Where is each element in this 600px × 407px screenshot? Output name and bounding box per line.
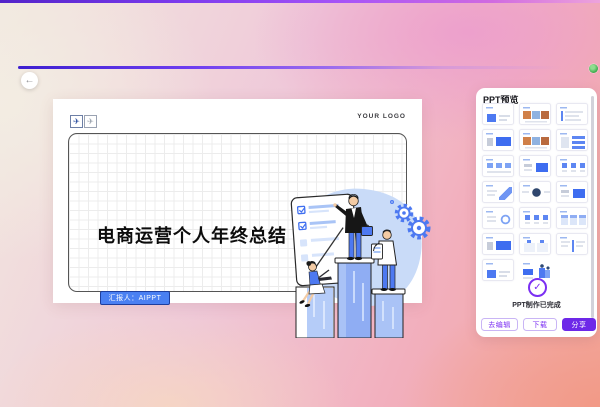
slide-thumbnail-13[interactable] [482,207,514,229]
presenter-badge: 汇报人：AIPPT [100,291,170,305]
slide-thumbnail-2[interactable] [519,103,551,125]
slide-thumbnail-9[interactable] [556,155,588,177]
plane-icon: ✈ [84,115,97,128]
action-buttons: 去编辑 下载 分享 [481,318,596,331]
slide-thumbnail-6[interactable] [556,129,588,151]
slide-thumbnail-19[interactable] [482,259,514,281]
slide-thumbnail-17[interactable] [519,233,551,255]
slide-thumbnail-7[interactable] [482,155,514,177]
slide-thumbnail-4[interactable] [482,129,514,151]
panel-scrollbar[interactable] [591,96,594,318]
thumbnail-grid [482,103,589,285]
app-window: ← ✈ ✈ YOUR LOGO 电商运营个人年终总结 汇报人：AIPPT [0,0,600,407]
slide-thumbnail-11[interactable] [519,181,551,203]
share-button[interactable]: 分享 [562,318,596,331]
top-accent-bar [0,0,600,3]
edit-button[interactable]: 去编辑 [481,318,518,331]
slide-illustration [266,171,438,338]
slide-thumbnail-12[interactable] [556,181,588,203]
slide-thumbnail-15[interactable] [556,207,588,229]
completed-status-text: PPT制作已完成 [476,300,597,310]
check-glyph: ✓ [533,282,541,293]
progress-bar [18,66,584,69]
slide-thumbnail-16[interactable] [482,233,514,255]
slide-title: 电商运营个人年终总结 [97,222,287,248]
slide-thumbnail-10[interactable] [482,181,514,203]
slide-thumbnail-14[interactable] [519,207,551,229]
back-arrow-icon: ← [25,76,35,86]
completed-check-icon: ✓ [528,278,547,297]
progress-complete-dot [589,64,598,73]
plane-icon: ✈ [70,115,83,128]
slide-thumbnail-18[interactable] [556,233,588,255]
slide-logo-text: YOUR LOGO [357,113,406,120]
ppt-preview-panel: PPT预览 ✓ PPT制作已完成 去编辑 下载 分享 [476,88,597,337]
download-button[interactable]: 下载 [523,318,557,331]
plane-icons: ✈ ✈ [70,115,98,128]
slide-thumbnail-8[interactable] [519,155,551,177]
back-button[interactable]: ← [21,72,38,89]
slide-thumbnail-1[interactable] [482,103,514,125]
slide-preview: ✈ ✈ YOUR LOGO 电商运营个人年终总结 汇报人：AIPPT [53,99,422,303]
slide-thumbnail-5[interactable] [519,129,551,151]
slide-thumbnail-3[interactable] [556,103,588,125]
slide-grid-panel: 电商运营个人年终总结 汇报人：AIPPT [68,133,407,292]
